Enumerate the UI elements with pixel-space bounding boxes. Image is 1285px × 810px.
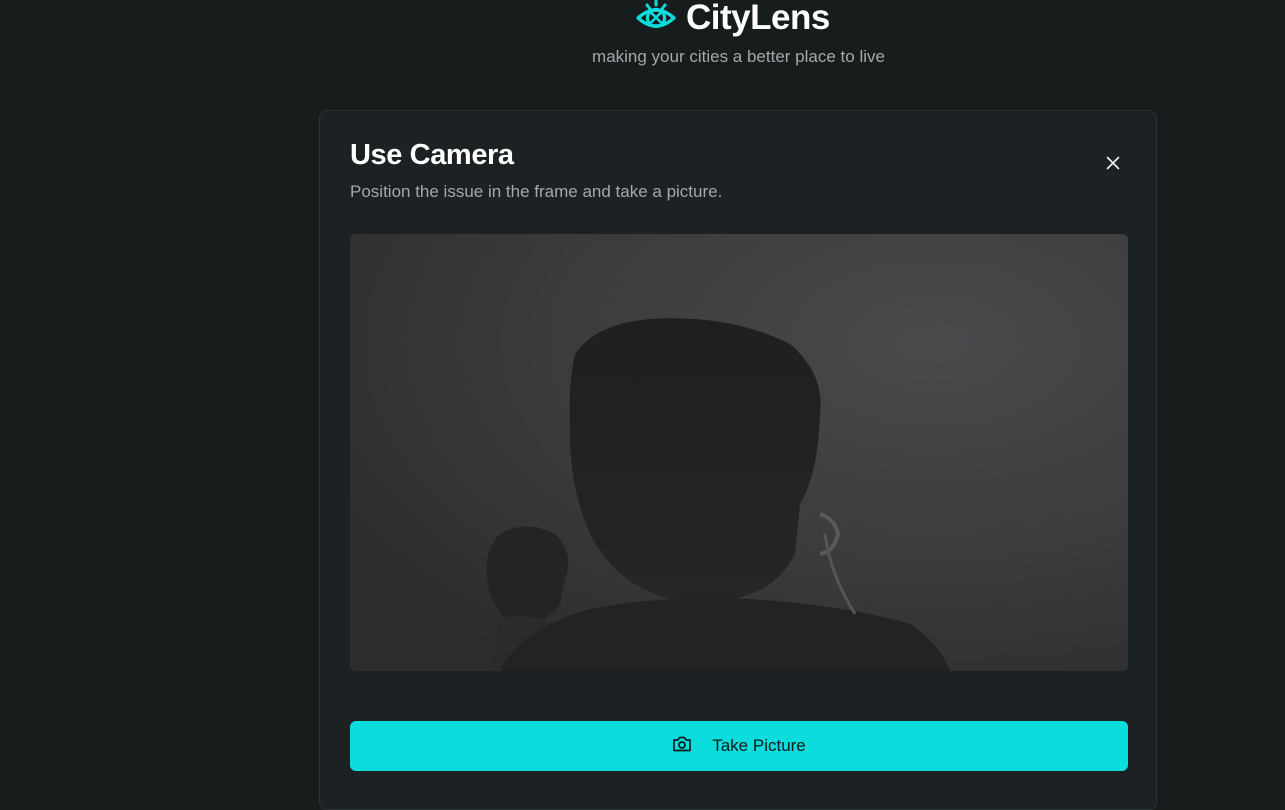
dialog-description: Position the issue in the frame and take… [350, 182, 723, 201]
close-icon [1106, 156, 1120, 175]
take-picture-label: Take Picture [712, 736, 806, 755]
app-name: CityLens [686, 0, 830, 37]
camera-preview [350, 234, 1128, 671]
camera-icon [672, 735, 692, 758]
take-picture-button[interactable]: Take Picture [350, 721, 1128, 771]
close-button[interactable] [1101, 153, 1125, 177]
dialog-title: Use Camera [350, 139, 514, 171]
camera-dialog: Use Camera Position the issue in the fra… [319, 110, 1157, 810]
app-tagline: making your cities a better place to liv… [592, 47, 885, 66]
brand: CityLens [635, 0, 830, 40]
eye-target-icon [635, 0, 677, 36]
